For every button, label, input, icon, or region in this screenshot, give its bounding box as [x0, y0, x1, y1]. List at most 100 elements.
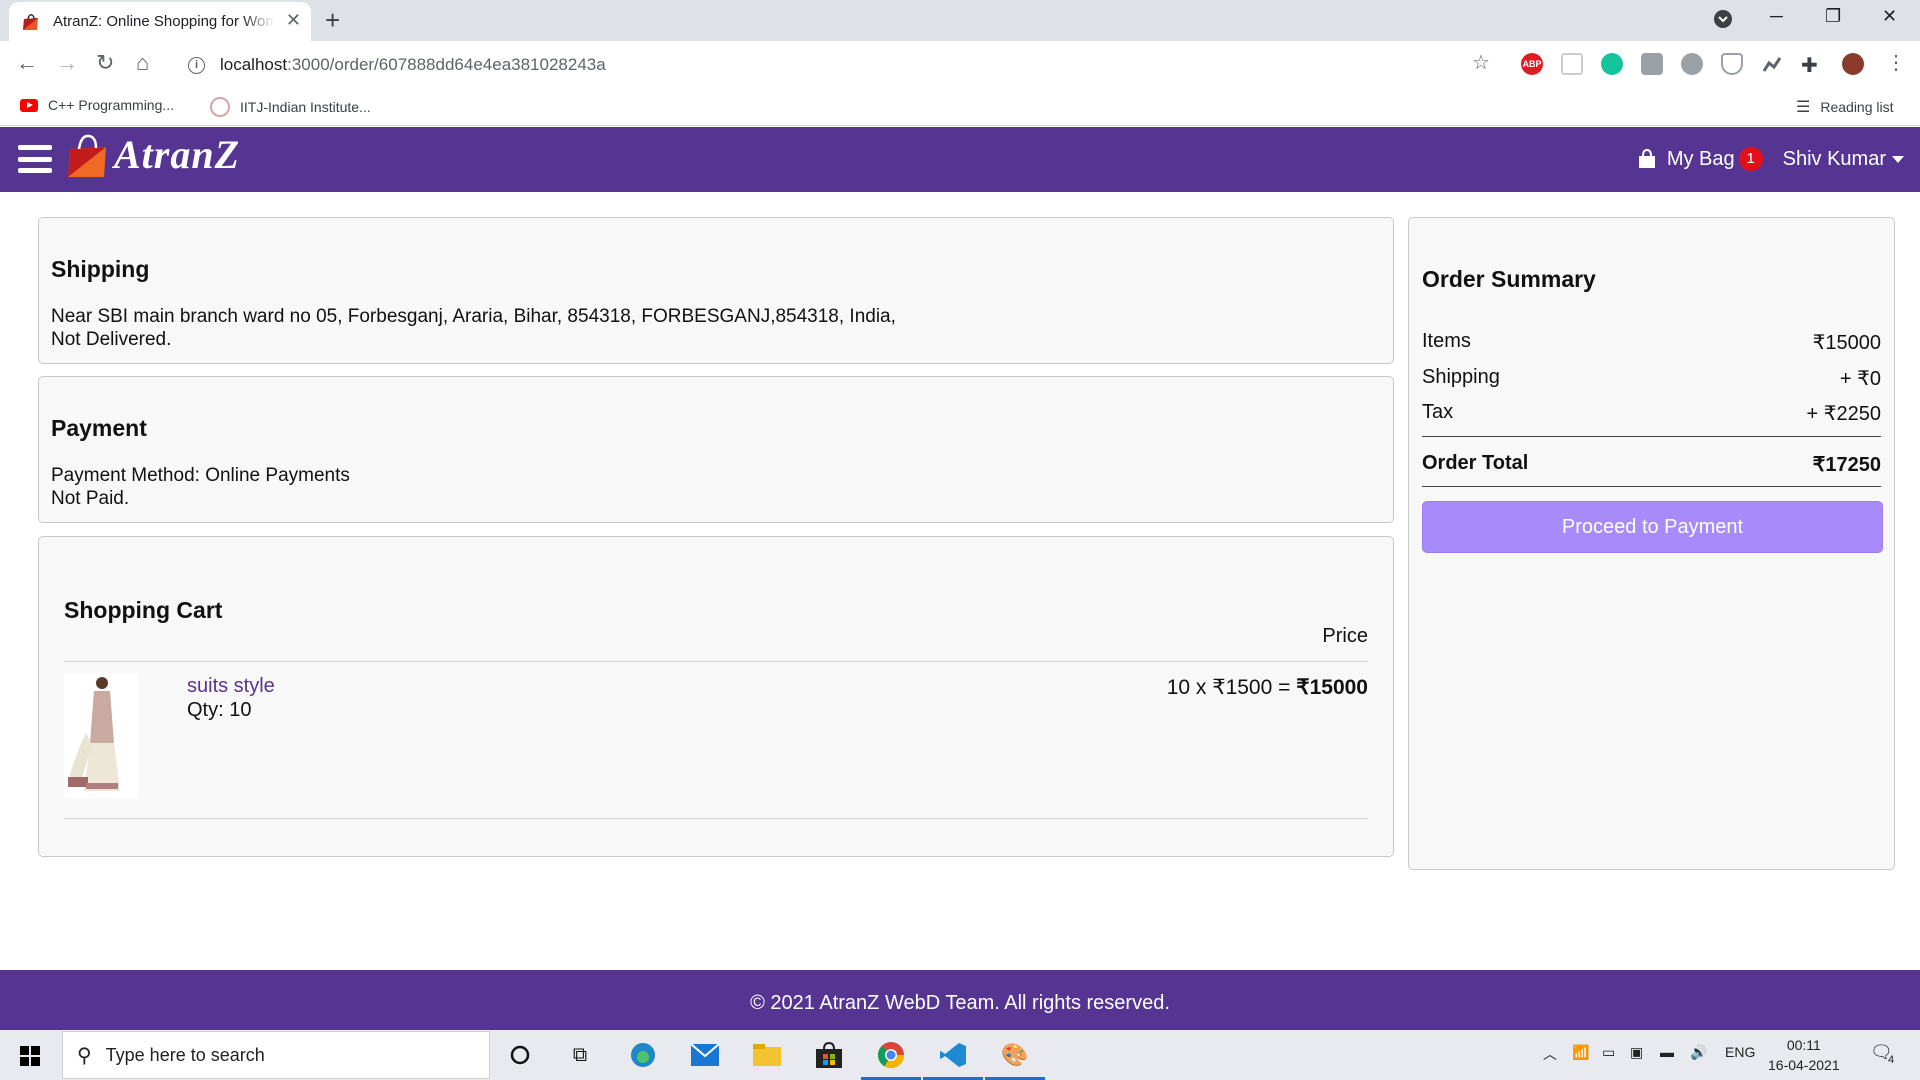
site-info-icon[interactable]: i: [188, 56, 205, 74]
delivery-status: Not Delivered.: [51, 329, 172, 350]
cart-heading: Shopping Cart: [64, 597, 223, 623]
bag-count-badge: 1: [1738, 147, 1763, 171]
cortana-icon[interactable]: [505, 1040, 535, 1070]
app-navbar: AtranZ My Bag 1 Shiv Kumar: [0, 127, 1920, 192]
browser-tab[interactable]: AtranZ: Online Shopping for Women ✕: [9, 2, 311, 41]
close-window-icon[interactable]: ✕: [1882, 6, 1897, 27]
extension-icon[interactable]: [1641, 53, 1663, 75]
user-menu[interactable]: Shiv Kumar: [1783, 148, 1886, 171]
order-summary-heading: Order Summary: [1422, 266, 1596, 292]
minimize-icon[interactable]: ─: [1770, 6, 1783, 27]
back-icon[interactable]: ←: [16, 51, 38, 75]
shipping-heading: Shipping: [51, 256, 150, 282]
product-image[interactable]: [64, 673, 138, 799]
summary-items-row: Items ₹15000: [1422, 330, 1881, 354]
taskbar-search-input[interactable]: ⚲ Type here to search: [62, 1031, 490, 1079]
store-icon[interactable]: [814, 1040, 844, 1070]
summary-shipping-row: Shipping + ₹0: [1422, 366, 1881, 390]
my-bag-link[interactable]: My Bag: [1667, 148, 1735, 171]
extension-icon[interactable]: [1681, 53, 1703, 75]
shipping-card: Shipping Near SBI main branch ward no 05…: [38, 217, 1394, 364]
youtube-icon: [20, 98, 38, 112]
address-bar[interactable]: i localhost:3000/order/607888dd64e4ea381…: [178, 47, 1468, 83]
logo-text: AtranZ: [114, 132, 241, 177]
mail-icon[interactable]: [690, 1040, 720, 1070]
site-footer: © 2021 AtranZ WebD Team. All rights rese…: [0, 970, 1920, 1030]
divider: [1422, 486, 1881, 487]
product-quantity: Qty: 10: [187, 699, 252, 721]
adblock-extension-icon[interactable]: ABP: [1521, 53, 1543, 75]
chrome-icon[interactable]: [876, 1040, 906, 1070]
bookmark-iitj[interactable]: IITJ-Indian Institute...: [210, 97, 371, 117]
clock-date: 16-04-2021: [1768, 1057, 1840, 1073]
vscode-icon[interactable]: [938, 1040, 968, 1070]
divider: [64, 661, 1368, 662]
proceed-to-payment-button[interactable]: Proceed to Payment: [1422, 501, 1883, 553]
browser-tabbar: AtranZ: Online Shopping for Women ✕ + ─ …: [0, 0, 1920, 41]
site-logo[interactable]: AtranZ: [66, 131, 240, 179]
clock-time: 00:11: [1786, 1037, 1821, 1053]
profile-avatar-icon[interactable]: [1842, 53, 1864, 75]
url-text: localhost:3000/order/607888dd64e4ea38102…: [220, 55, 606, 74]
bag-icon: [1638, 149, 1655, 168]
volume-icon[interactable]: 🔊: [1690, 1044, 1707, 1061]
reading-list-icon: ☰: [1796, 99, 1811, 116]
shopping-bag-logo-icon: [68, 134, 106, 177]
windows-start-icon[interactable]: [20, 1046, 40, 1066]
summary-total-row: Order Total ₹17250: [1422, 452, 1881, 476]
order-summary-card: Order Summary Items ₹15000 Shipping + ₹0 T…: [1408, 217, 1895, 870]
hamburger-menu-icon[interactable]: [18, 145, 52, 173]
summary-tax-row: Tax + ₹2250: [1422, 401, 1881, 425]
iitj-logo-icon: [210, 97, 230, 117]
product-price: 10 x ₹1500 = ₹15000: [1166, 676, 1368, 699]
device-icon[interactable]: ▭: [1602, 1044, 1615, 1061]
home-icon[interactable]: ⌂: [136, 51, 149, 75]
payment-status: Not Paid.: [51, 488, 130, 509]
notification-count: 4: [1888, 1054, 1895, 1066]
battery-icon[interactable]: ▬: [1660, 1044, 1674, 1060]
edge-icon[interactable]: [628, 1040, 658, 1070]
product-subtotal: ₹15000: [1296, 676, 1368, 699]
taskbar-clock[interactable]: 00:11 16-04-2021: [1768, 1035, 1840, 1075]
maximize-icon[interactable]: ❐: [1825, 6, 1841, 27]
shield-extension-icon[interactable]: [1721, 53, 1743, 75]
footer-copyright: © 2021 AtranZ WebD Team. All rights rese…: [750, 991, 1170, 1014]
browser-menu-icon[interactable]: ⋮: [1886, 51, 1906, 75]
divider: [64, 818, 1368, 819]
task-view-icon[interactable]: ⧉: [565, 1040, 595, 1070]
chevron-up-icon[interactable]: ︿: [1543, 1044, 1557, 1064]
stats-extension-icon[interactable]: [1761, 53, 1783, 75]
chevron-down-icon[interactable]: [1892, 155, 1904, 163]
tab-search-icon[interactable]: [1713, 9, 1733, 34]
tab-title: AtranZ: Online Shopping for Women: [53, 13, 275, 30]
paint-icon[interactable]: 🎨: [1000, 1040, 1030, 1070]
product-name-link[interactable]: suits style: [187, 675, 275, 698]
reload-icon[interactable]: ↻: [96, 51, 114, 75]
new-tab-icon[interactable]: +: [325, 6, 340, 34]
search-icon: ⚲: [77, 1044, 92, 1067]
wifi-icon[interactable]: 📶: [1572, 1044, 1589, 1061]
bookmark-star-icon[interactable]: ☆: [1472, 51, 1490, 75]
bookmark-cpp[interactable]: C++ Programming...: [20, 97, 174, 113]
shopping-bag-favicon-icon: [23, 13, 38, 30]
windows-taskbar: ⚲ Type here to search ⧉ 🎨 ︿ 📶 ▭ ▣ ▬ 🔊 EN…: [0, 1030, 1920, 1080]
tab-close-icon[interactable]: ✕: [286, 10, 301, 31]
forward-icon[interactable]: →: [56, 51, 78, 75]
puzzle-extensions-icon[interactable]: ✚: [1801, 53, 1823, 77]
grammarly-extension-icon[interactable]: [1601, 53, 1623, 75]
shipping-address: Near SBI main branch ward no 05, Forbesg…: [51, 306, 896, 327]
navbar-right: My Bag 1 Shiv Kumar: [1637, 147, 1904, 171]
payment-heading: Payment: [51, 415, 147, 441]
extension-icon[interactable]: [1561, 53, 1583, 75]
shopping-cart-card: Shopping Cart Price suits style Qty: 10 …: [38, 536, 1394, 857]
file-explorer-icon[interactable]: [752, 1040, 782, 1070]
reading-list-button[interactable]: ☰ Reading list: [1796, 97, 1894, 117]
price-column-header: Price: [1322, 625, 1368, 647]
bookmarks-bar: C++ Programming... IITJ-Indian Institute…: [0, 88, 1920, 126]
display-icon[interactable]: ▣: [1630, 1044, 1643, 1061]
browser-toolbar: ← → ↻ ⌂ i localhost:3000/order/607888dd6…: [0, 41, 1920, 88]
divider: [1422, 436, 1881, 437]
payment-card: Payment Payment Method: Online Payments …: [38, 376, 1394, 523]
payment-method: Payment Method: Online Payments: [51, 465, 350, 486]
language-indicator[interactable]: ENG: [1725, 1044, 1755, 1060]
